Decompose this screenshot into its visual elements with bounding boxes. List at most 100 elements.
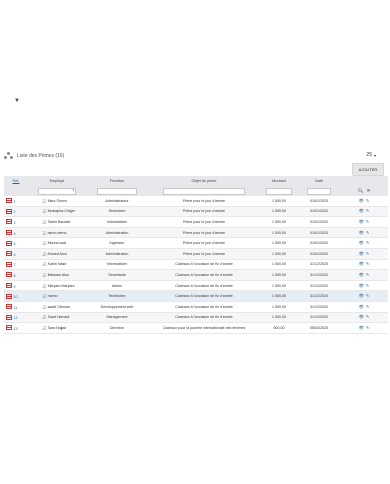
table-row[interactable]: 10 👤︎ momo Technicien Cadeaux à l'occasi…	[4, 290, 388, 302]
row-actions-cell: 👁︎ ✎	[340, 312, 388, 324]
row-ref-cell[interactable]: 9	[4, 280, 28, 292]
table-row[interactable]: 5 👤︎ Mouna sadi Ingénieur Prime pour le …	[4, 237, 388, 249]
row-fonction-cell: Informaticien	[86, 259, 148, 271]
row-actions-cell: 👁︎ ✎	[340, 280, 388, 292]
row-ref-cell[interactable]: 13	[4, 322, 28, 334]
edit-icon[interactable]: ✎	[366, 314, 370, 319]
user-icon: 👤︎	[42, 241, 47, 246]
eye-icon[interactable]: 👁︎	[359, 314, 364, 319]
table-row[interactable]: 8 👤︎ Ibtissam Alou Secrétariat Cadeaux à…	[4, 269, 388, 281]
row-ref-cell[interactable]: 7	[4, 259, 28, 271]
edit-icon[interactable]: ✎	[366, 198, 370, 203]
row-ref-cell[interactable]: 8	[4, 269, 28, 281]
montant-filter-input[interactable]	[266, 187, 292, 195]
row-montant-cell: 500,00	[260, 322, 298, 334]
table-row[interactable]: 9 👤︎ Maryam Maryam Admin Cadeaux à l'occ…	[4, 280, 388, 292]
row-actions-cell: 👁︎ ✎	[340, 322, 388, 334]
row-ref-cell[interactable]: 1	[4, 196, 28, 207]
user-icon: 👤︎	[42, 304, 47, 309]
add-button[interactable]: AJOUTER	[352, 163, 384, 176]
row-fonction-cell: Management	[86, 312, 148, 324]
table-row[interactable]: 7 👤︎ Karim Nasri Informaticien Cadeaux à…	[4, 259, 388, 271]
eye-icon[interactable]: 👁︎	[359, 198, 364, 203]
row-montant-cell: 1 500,00	[260, 290, 298, 302]
eye-icon[interactable]: 👁︎	[359, 261, 364, 266]
eye-icon[interactable]: 👁︎	[359, 304, 364, 309]
edit-icon[interactable]: ✎	[366, 261, 370, 266]
table-row[interactable]: 12 👤︎ Saad Hamadi Management Cadeaux à l…	[4, 312, 388, 324]
user-icon: 👤︎	[42, 209, 47, 214]
payslip-icon	[6, 304, 12, 310]
eye-icon[interactable]: 👁︎	[359, 283, 364, 288]
edit-icon[interactable]: ✎	[366, 283, 370, 288]
row-montant-cell: 1 500,00	[260, 248, 298, 260]
row-date-cell: 31/12/2020	[298, 280, 340, 292]
user-icon: 👤︎	[42, 272, 47, 277]
eye-icon[interactable]: 👁︎	[359, 325, 364, 330]
row-ref-cell[interactable]: 2	[4, 206, 28, 218]
table-row[interactable]: 1 👤︎ Marc Simon Administrateur Prime pou…	[4, 196, 388, 207]
row-date-cell: 01/01/2020	[298, 216, 340, 228]
row-objet-cell: Prime pour le jour d'année	[148, 248, 260, 260]
payslip-icon	[6, 251, 12, 257]
row-objet-cell: Prime pour le jour d'année	[148, 206, 260, 218]
eye-icon[interactable]: 👁︎	[359, 272, 364, 277]
search-icon[interactable]: 🔍︎	[358, 188, 364, 193]
column-header-date: Date	[298, 176, 340, 186]
edit-icon[interactable]: ✎	[366, 304, 370, 309]
edit-icon[interactable]: ✎	[366, 240, 370, 245]
row-ref-cell[interactable]: 5	[4, 237, 28, 249]
fonction-filter-input[interactable]	[97, 187, 137, 195]
row-fonction-cell: Technicien	[86, 206, 148, 218]
row-objet-cell: Cadeaux à l'occasion de fin d'année	[148, 290, 260, 302]
table-row[interactable]: 3 👤︎ Samir Bandarr Informaticien Prime p…	[4, 216, 388, 228]
row-ref-cell[interactable]: 4	[4, 227, 28, 239]
edit-icon[interactable]: ✎	[366, 325, 370, 330]
per-page-value: 25	[366, 152, 372, 158]
eye-icon[interactable]: 👁︎	[359, 251, 364, 256]
row-ref-cell[interactable]: 12	[4, 312, 28, 324]
row-ref-cell[interactable]: 3	[4, 216, 28, 228]
column-header-ref[interactable]: Ref.	[4, 176, 28, 186]
row-montant-cell: 1 500,00	[260, 269, 298, 281]
table-row[interactable]: 4 👤︎ demo demo Administration Prime pour…	[4, 227, 388, 239]
row-actions-cell: 👁︎ ✎	[340, 269, 388, 281]
edit-icon[interactable]: ✎	[366, 272, 370, 277]
row-employe-cell: 👤︎ Mouna sadi	[28, 237, 86, 249]
row-ref-cell[interactable]: 11	[4, 301, 28, 313]
user-icon: 👤︎	[42, 283, 47, 288]
edit-icon[interactable]: ✎	[366, 230, 370, 235]
table-row[interactable]: 11 👤︎ saadi Othman Développement web Cad…	[4, 301, 388, 313]
payslip-icon	[6, 325, 12, 331]
eye-icon[interactable]: 👁︎	[359, 208, 364, 213]
eye-icon[interactable]: 👁︎	[359, 219, 364, 224]
eye-icon[interactable]: 👁︎	[359, 230, 364, 235]
clear-filter-icon[interactable]: ✕	[366, 188, 370, 193]
eye-icon[interactable]: 👁︎	[359, 293, 364, 298]
eye-icon[interactable]: 👁︎	[359, 240, 364, 245]
date-filter-input[interactable]	[307, 187, 331, 195]
row-ref-cell[interactable]: 10	[4, 290, 28, 302]
row-fonction-cell: Développement web	[86, 301, 148, 313]
caret-down-icon[interactable]: ▼	[14, 98, 20, 104]
row-actions-cell: 👁︎ ✎	[340, 248, 388, 260]
edit-icon[interactable]: ✎	[366, 293, 370, 298]
row-employe-cell: 👤︎ momo	[28, 290, 86, 302]
edit-icon[interactable]: ✎	[366, 219, 370, 224]
row-objet-cell: Prime pour le jour d'année	[148, 227, 260, 239]
row-fonction-cell: Administration	[86, 248, 148, 260]
row-employe-cell: 👤︎ Sara Najjari	[28, 322, 86, 334]
per-page-select[interactable]: 25 ▾	[366, 152, 376, 158]
employe-filter-select[interactable]: ▾	[38, 187, 76, 195]
row-objet-cell: Cadeaux à l'occasion de fin d'année	[148, 269, 260, 281]
edit-icon[interactable]: ✎	[366, 208, 370, 213]
table-row[interactable]: 2 👤︎ Mustapha Chtger Technicien Prime po…	[4, 206, 388, 218]
list-title-bar: Liste des Primes (16)	[4, 150, 64, 162]
row-montant-cell: 1 500,00	[260, 280, 298, 292]
row-ref-cell[interactable]: 6	[4, 248, 28, 260]
edit-icon[interactable]: ✎	[366, 251, 370, 256]
table-row[interactable]: 6 👤︎ Ahmed Alou Administration Prime pou…	[4, 248, 388, 260]
objet-filter-input[interactable]	[163, 187, 245, 195]
row-employe-cell: 👤︎ Ibtissam Alou	[28, 269, 86, 281]
table-row[interactable]: 13 👤︎ Sara Najjari Direction Cadeaux pou…	[4, 322, 388, 334]
